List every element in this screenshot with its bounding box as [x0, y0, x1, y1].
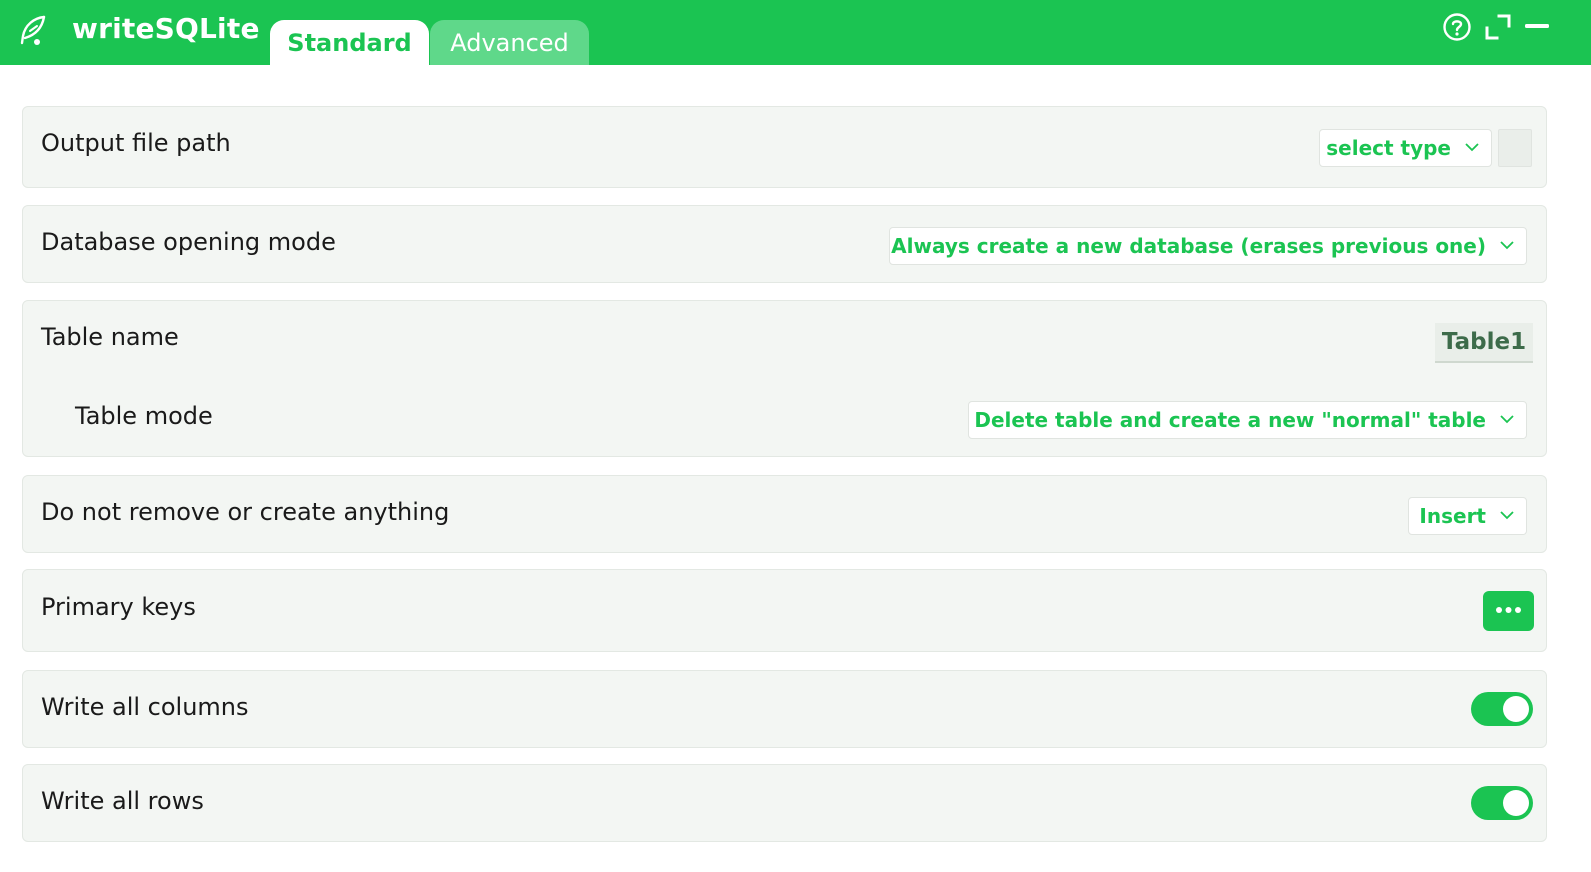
app-header: writeSQLite Standard Advanced — [0, 0, 1591, 65]
minimize-icon[interactable] — [1523, 12, 1551, 42]
toggle-knob — [1503, 696, 1529, 722]
output-file-path-label: Output file path — [41, 129, 231, 157]
table-name-input[interactable] — [1435, 323, 1533, 363]
primary-keys-more-button[interactable] — [1483, 591, 1534, 631]
primary-keys-label: Primary keys — [41, 593, 196, 621]
write-mode-select[interactable]: Insert — [1408, 497, 1527, 535]
write-all-columns-toggle[interactable] — [1471, 692, 1533, 726]
output-file-type-select[interactable]: select type — [1319, 129, 1492, 167]
table-mode-label: Table mode — [75, 402, 213, 430]
help-circle-icon[interactable] — [1442, 12, 1472, 42]
tab-advanced[interactable]: Advanced — [430, 20, 589, 65]
chevron-down-icon — [1500, 415, 1514, 424]
database-opening-mode-value: Always create a new database (erases pre… — [891, 234, 1486, 258]
expand-icon[interactable] — [1483, 12, 1513, 42]
write-all-rows-card: Write all rows — [22, 764, 1547, 842]
feather-icon — [20, 15, 46, 45]
write-all-columns-label: Write all columns — [41, 693, 249, 721]
database-opening-mode-select[interactable]: Always create a new database (erases pre… — [889, 227, 1527, 265]
primary-keys-card: Primary keys — [22, 569, 1547, 652]
file-path-button[interactable] — [1498, 129, 1532, 167]
table-card: Table name Table mode Delete table and c… — [22, 300, 1547, 457]
write-all-columns-card: Write all columns — [22, 670, 1547, 748]
database-opening-mode-label: Database opening mode — [41, 228, 336, 256]
more-horizontal-icon — [1496, 607, 1521, 613]
write-all-rows-toggle[interactable] — [1471, 786, 1533, 820]
table-mode-value: Delete table and create a new "normal" t… — [974, 408, 1486, 432]
chevron-down-icon — [1500, 511, 1514, 520]
output-file-path-card: Output file path select type — [22, 106, 1547, 188]
output-file-type-value: select type — [1326, 136, 1451, 160]
table-name-label: Table name — [41, 323, 179, 351]
database-opening-mode-card: Database opening mode Always create a ne… — [22, 205, 1547, 283]
table-mode-select[interactable]: Delete table and create a new "normal" t… — [968, 401, 1527, 439]
write-mode-value: Insert — [1419, 504, 1486, 528]
toggle-knob — [1503, 790, 1529, 816]
chevron-down-icon — [1500, 241, 1514, 250]
tab-standard[interactable]: Standard — [270, 20, 429, 65]
chevron-down-icon — [1465, 143, 1479, 152]
do-not-remove-card: Do not remove or create anything Insert — [22, 475, 1547, 553]
write-all-rows-label: Write all rows — [41, 787, 204, 815]
do-not-remove-label: Do not remove or create anything — [41, 498, 450, 526]
app-title: writeSQLite — [72, 12, 260, 45]
